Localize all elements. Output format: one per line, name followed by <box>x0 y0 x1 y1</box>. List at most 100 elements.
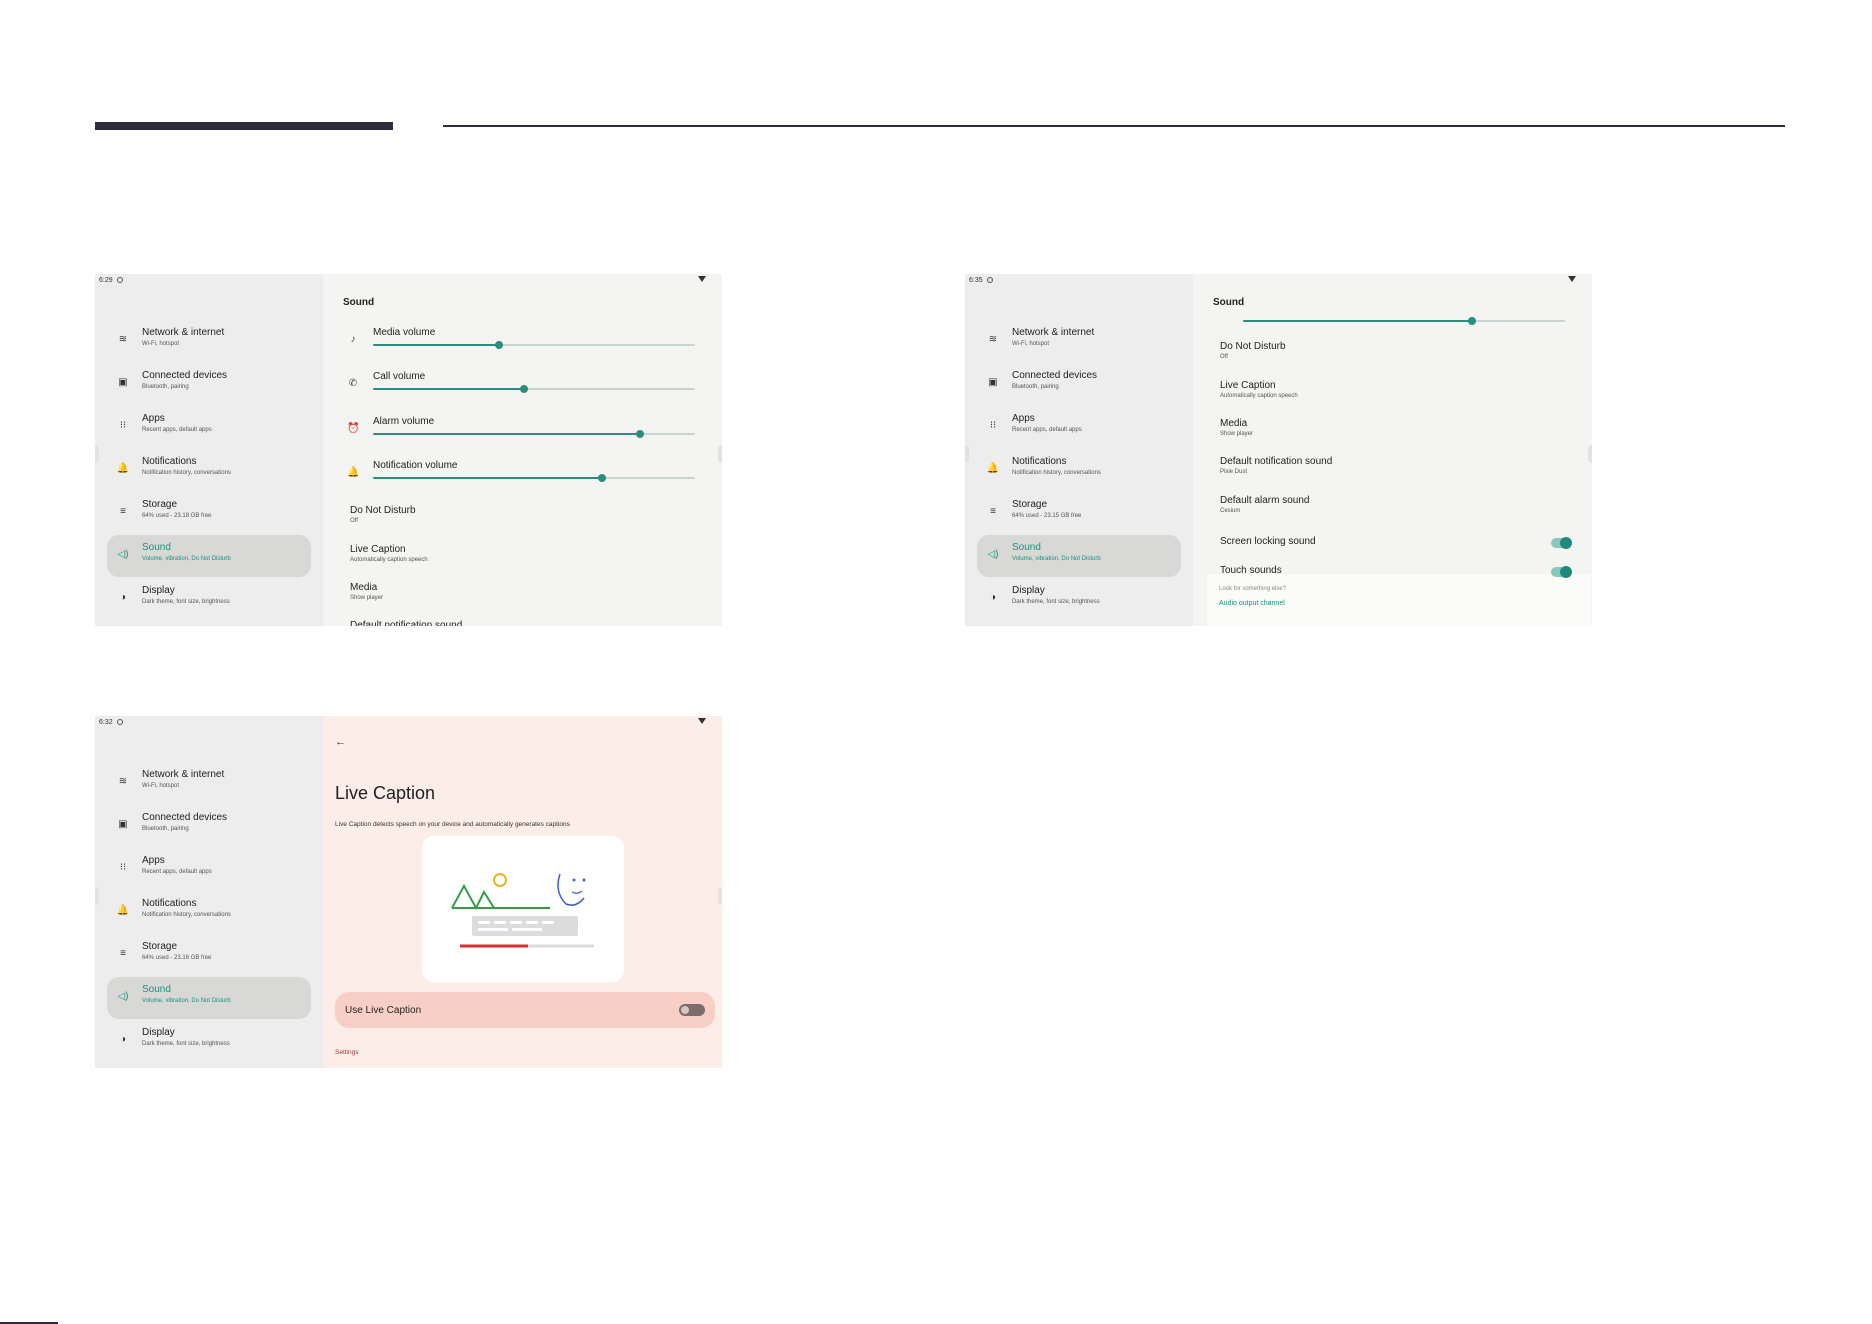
display-icon: ◑ <box>119 1034 127 1045</box>
toggle-thumb <box>1560 566 1572 578</box>
sidebar-item-title: Network & internet <box>142 327 225 338</box>
sidebar-item-network-internet[interactable]: ≋ Network & internet Wi-Fi, hotspot <box>107 320 311 362</box>
pref-title: Media <box>350 582 378 593</box>
pref-live-caption[interactable]: Live Caption Automatically caption speech <box>1220 380 1298 399</box>
screenshot-sound-volumes: ≋ Network & internet Wi-Fi, hotspot ▣ Connec… <box>95 274 722 626</box>
settings-nav: ≋ Network & internet Wi-Fi, hotspot ▣ Connec… <box>95 274 323 626</box>
volume-label: Notification volume <box>373 460 458 471</box>
apps-grid-icon: ⁝⁝ <box>989 420 997 431</box>
pref-subtitle: Automatically caption speech <box>1220 393 1298 399</box>
back-arrow-icon[interactable]: ← <box>335 736 346 748</box>
use-live-caption-toggle[interactable] <box>679 1004 705 1016</box>
sidebar-item-notifications[interactable]: 🔔 Notifications Notification history, conv… <box>107 891 311 933</box>
edge-handle-left[interactable] <box>965 445 969 463</box>
bell-icon: 🔔 <box>986 463 1000 474</box>
wifi-icon: ≋ <box>118 334 128 345</box>
wifi-signal-icon <box>698 718 706 724</box>
bell-icon: 🔔 <box>116 463 130 474</box>
sidebar-item-display[interactable]: ◑ Display Dark theme, font size, brightnes… <box>107 1020 311 1062</box>
pref-title: Live Caption <box>350 544 406 555</box>
sidebar-item-title: Sound <box>142 542 171 553</box>
pref-do-not-disturb[interactable]: Do Not Disturb Off <box>350 505 416 524</box>
touch-sounds-toggle[interactable] <box>1551 566 1572 578</box>
screen-locking-sound-toggle[interactable] <box>1551 537 1572 549</box>
sidebar-item-notifications[interactable]: 🔔 Notifications Notification history, conv… <box>977 449 1181 491</box>
volume-slider[interactable] <box>373 385 695 393</box>
bell-icon: 🔔 <box>116 905 130 916</box>
sidebar-item-connected-devices[interactable]: ▣ Connected devices Bluetooth, pairing <box>107 363 311 405</box>
page-title: Sound <box>343 297 375 308</box>
devices-icon: ▣ <box>118 377 128 388</box>
sidebar-item-network-internet[interactable]: ≋ Network & internet Wi-Fi, hotspot <box>977 320 1181 362</box>
pref-title: Touch sounds <box>1220 565 1282 576</box>
sidebar-item-storage[interactable]: ≡ Storage 64% used - 23.15 GB free <box>977 492 1181 534</box>
edge-handle-left[interactable] <box>95 887 99 905</box>
status-bar: 6:32 <box>95 716 722 730</box>
sidebar-item-connected-devices[interactable]: ▣ Connected devices Bluetooth, pairing <box>977 363 1181 405</box>
sidebar-item-title: Connected devices <box>142 370 228 381</box>
sidebar-item-title: Storage <box>1012 499 1048 510</box>
pref-title: Do Not Disturb <box>1220 341 1286 352</box>
sidebar-item-display[interactable]: ◑ Display Dark theme, font size, brightnes… <box>977 578 1181 620</box>
sidebar-item-connected-devices[interactable]: ▣ Connected devices Bluetooth, pairing <box>107 805 311 847</box>
pref-default-notification-sound[interactable]: Default notification sound Pixie Dust <box>1220 456 1332 475</box>
sidebar-item-network-internet[interactable]: ≋ Network & internet Wi-Fi, hotspot <box>107 762 311 804</box>
sidebar-item-subtitle: Notification history, conversations <box>142 912 231 918</box>
sidebar-item-storage[interactable]: ≡ Storage 64% used - 23.16 GB free <box>107 934 311 976</box>
pref-media[interactable]: Media Show player <box>1220 418 1253 437</box>
sidebar-item-notifications[interactable]: 🔔 Notifications Notification history, conv… <box>107 449 311 491</box>
pref-screen-locking-sound[interactable]: Screen locking sound <box>1220 536 1316 547</box>
pref-subtitle: Automatically caption speech <box>350 557 428 563</box>
volume-label: Alarm volume <box>373 416 435 427</box>
screenshot-live-caption: ≋ Network & internet Wi-Fi, hotspot ▣ Connec… <box>95 716 722 1068</box>
pref-live-caption[interactable]: Live Caption Automatically caption speech <box>350 544 428 563</box>
sidebar-item-sound[interactable]: ◁) Sound Volume, vibration, Do Not Disturb <box>977 535 1181 577</box>
sidebar-item-subtitle: Wi-Fi, hotspot <box>142 783 180 789</box>
pref-touch-sounds[interactable]: Touch sounds <box>1220 565 1282 576</box>
volume-slider[interactable] <box>373 341 695 349</box>
alarm-volume-row: ⏰ Alarm volume <box>343 416 703 460</box>
sound-pane: Sound Look for something else? Audio out… <box>1193 274 1592 626</box>
sidebar-item-subtitle: 64% used - 23.16 GB free <box>142 955 212 961</box>
volume-slider[interactable] <box>1243 317 1565 325</box>
volume-slider[interactable] <box>373 474 695 482</box>
status-time: 6:29 <box>99 277 113 284</box>
edge-handle-right[interactable] <box>718 887 722 905</box>
pref-do-not-disturb[interactable]: Do Not Disturb Off <box>1220 341 1286 360</box>
slider-thumb[interactable] <box>1467 317 1476 325</box>
pref-subtitle: Pixie Dust <box>1220 469 1248 475</box>
sidebar-item-apps[interactable]: ⁝⁝ Apps Recent apps, default apps <box>977 406 1181 448</box>
use-live-caption-label: Use Live Caption <box>345 1005 422 1016</box>
sidebar-item-apps[interactable]: ⁝⁝ Apps Recent apps, default apps <box>107 406 311 448</box>
settings-section-label: Settings <box>335 1049 359 1056</box>
pref-default-notification-sound[interactable]: Default notification sound <box>350 620 462 626</box>
status-icon <box>987 277 993 283</box>
sidebar-item-title: Sound <box>142 984 171 995</box>
sidebar-item-title: Notifications <box>142 898 197 909</box>
pref-media[interactable]: Media Show player <box>350 582 383 601</box>
sidebar-item-apps[interactable]: ⁝⁝ Apps Recent apps, default apps <box>107 848 311 890</box>
sidebar-item-storage[interactable]: ≡ Storage 64% used - 23.18 GB free <box>107 492 311 534</box>
audio-output-channel-link[interactable]: Audio output channel <box>1219 600 1285 607</box>
settings-nav: ≋ Network & internet Wi-Fi, hotspot ▣ Connec… <box>965 274 1193 626</box>
use-live-caption-row[interactable]: Use Live Caption <box>335 992 715 1028</box>
sidebar-item-sound[interactable]: ◁) Sound Volume, vibration, Do Not Disturb <box>107 977 311 1019</box>
sidebar-item-subtitle: Bluetooth, pairing <box>142 384 189 390</box>
status-time: 6:35 <box>969 277 983 284</box>
slider-thumb[interactable] <box>597 474 606 482</box>
volume-slider[interactable] <box>373 430 695 438</box>
sidebar-item-sound[interactable]: ◁) Sound Volume, vibration, Do Not Disturb <box>107 535 311 577</box>
slider-thumb[interactable] <box>520 385 529 393</box>
slider-thumb[interactable] <box>636 430 645 438</box>
sidebar-item-subtitle: Dark theme, font size, brightness <box>1012 599 1100 605</box>
slider-thumb[interactable] <box>494 341 503 349</box>
sidebar-item-title: Notifications <box>1012 456 1067 467</box>
sidebar-item-title: Network & internet <box>1012 327 1095 338</box>
sidebar-item-subtitle: Dark theme, font size, brightness <box>142 599 230 605</box>
sidebar-item-title: Display <box>1012 585 1045 596</box>
sidebar-item-display[interactable]: ◑ Display Dark theme, font size, brightnes… <box>107 578 311 620</box>
pref-default-alarm-sound[interactable]: Default alarm sound Cesium <box>1220 495 1310 514</box>
media-volume-row: ♪ Media volume <box>343 327 703 371</box>
edge-handle-left[interactable] <box>95 445 99 463</box>
header-bar-thick <box>95 122 393 130</box>
